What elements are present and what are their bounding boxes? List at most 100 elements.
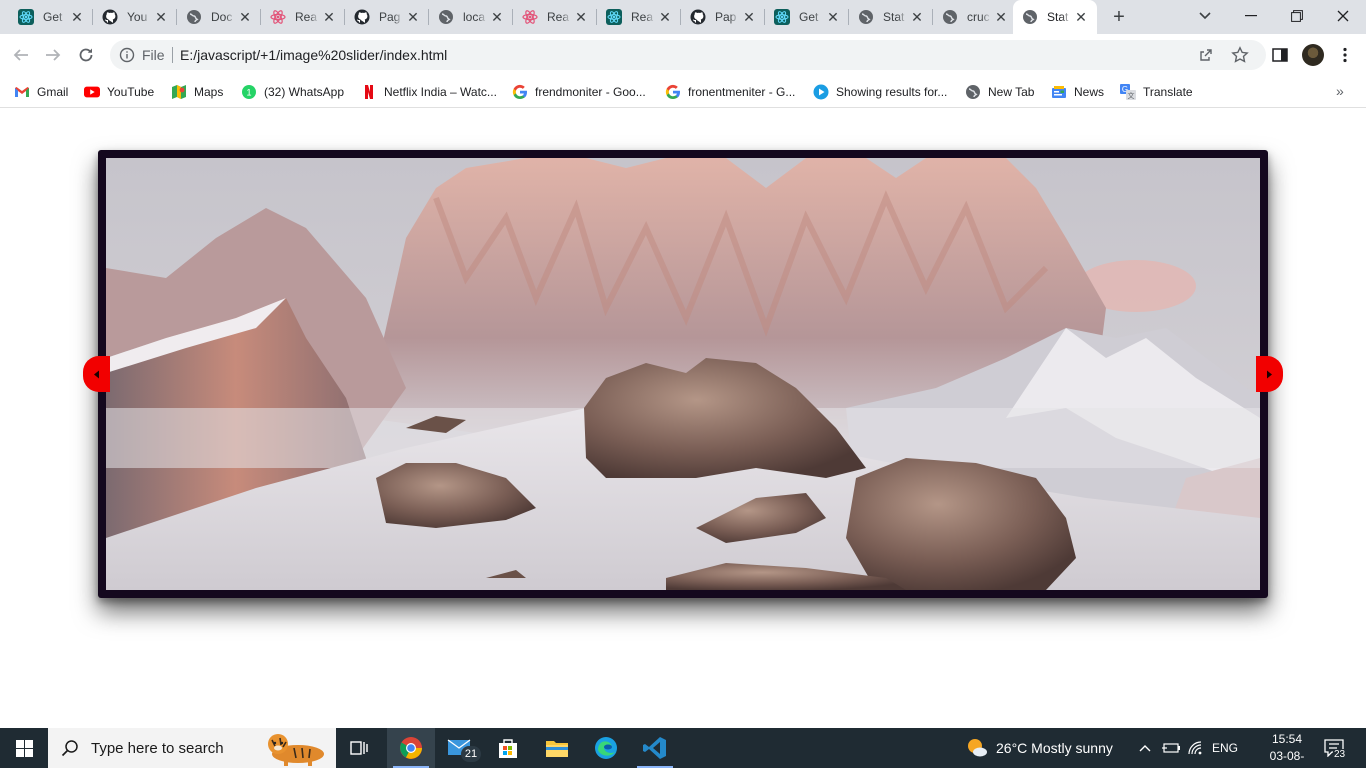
search-icon	[61, 739, 79, 757]
taskbar-vscode[interactable]	[631, 728, 679, 768]
tab-title: Stat	[1047, 10, 1069, 24]
address-bar[interactable]: File E:/javascript/+1/image%20slider/ind…	[110, 40, 1266, 70]
site-info-icon[interactable]	[119, 47, 135, 66]
scheme-label: File	[142, 47, 165, 63]
tab-title: Get	[799, 10, 819, 24]
bookmark-5[interactable]: Netflix India – Watc...	[361, 82, 497, 102]
tab-search-chevron-icon[interactable]	[1193, 5, 1217, 27]
bookmark-8[interactable]: Showing results for...	[813, 82, 947, 102]
wifi-tray[interactable]	[1188, 728, 1206, 768]
wifi-icon	[1188, 741, 1202, 755]
forward-button[interactable]	[42, 44, 64, 66]
new-tab-button[interactable]: +	[1108, 6, 1130, 28]
notification-count: 23	[1333, 749, 1347, 760]
globe-icon	[186, 9, 202, 25]
show-hidden-icons-chevron[interactable]	[1139, 728, 1151, 768]
taskbar-chrome[interactable]	[387, 728, 435, 768]
youtube-icon	[84, 84, 100, 100]
tab-3[interactable]: Doc ✕	[177, 0, 261, 34]
tab-6[interactable]: loca ✕	[429, 0, 513, 34]
taskbar-store[interactable]	[484, 728, 532, 768]
translate-icon: G文	[1120, 84, 1136, 100]
globe-icon	[438, 9, 454, 25]
tab-title: Pap	[715, 10, 737, 24]
weather-widget[interactable]: 26°C Mostly sunny	[966, 728, 1113, 768]
battery-tray[interactable]	[1161, 728, 1181, 768]
bookmark-3[interactable]: Maps	[171, 82, 223, 102]
bookmark-label: frendmoniter - Goo...	[535, 85, 646, 99]
svg-text:文: 文	[1128, 91, 1135, 100]
taskbar-edge[interactable]	[582, 728, 630, 768]
language-indicator[interactable]: ENG	[1212, 728, 1238, 768]
mail-badge: 21	[461, 746, 481, 762]
tab-1[interactable]: Get ✕	[9, 0, 93, 34]
tab-4[interactable]: Rea ✕	[261, 0, 345, 34]
close-tab-icon[interactable]: ✕	[741, 9, 757, 25]
github-icon	[690, 9, 706, 25]
tab-title: Rea	[547, 10, 570, 24]
restore-button[interactable]	[1285, 5, 1309, 27]
tab-7[interactable]: Rea ✕	[513, 0, 597, 34]
close-tab-icon[interactable]: ✕	[825, 9, 841, 25]
tab-12[interactable]: cruc ✕	[933, 0, 1017, 34]
url-text[interactable]: E:/javascript/+1/image%20slider/index.ht…	[180, 47, 447, 63]
back-button[interactable]	[10, 44, 32, 66]
windows-taskbar: Type here to search 21 26°C Mostly sunny…	[0, 728, 1366, 780]
start-button[interactable]	[0, 728, 48, 768]
next-slide-button[interactable]	[1256, 356, 1283, 392]
bookmark-2[interactable]: YouTube	[84, 82, 154, 102]
globe-icon	[1022, 9, 1038, 25]
menu-kebab-icon[interactable]	[1334, 44, 1356, 66]
close-tab-icon[interactable]: ✕	[321, 9, 337, 25]
close-tab-icon[interactable]: ✕	[489, 9, 505, 25]
close-window-button[interactable]	[1331, 5, 1355, 27]
bookmark-6[interactable]: frendmoniter - Goo...	[512, 82, 646, 102]
profile-avatar[interactable]	[1302, 44, 1324, 66]
minimize-button[interactable]	[1239, 5, 1263, 27]
notification-center-button[interactable]: 23	[1324, 728, 1347, 768]
bookmark-label: Translate	[1143, 85, 1193, 99]
taskbar-mail[interactable]: 21	[436, 728, 484, 768]
edge-icon	[595, 737, 617, 759]
close-tab-icon[interactable]: ✕	[237, 9, 253, 25]
tab-title: Get	[43, 10, 63, 24]
bookmark-1[interactable]: Gmail	[14, 82, 68, 102]
close-tab-icon[interactable]: ✕	[1073, 9, 1089, 25]
tab-2[interactable]: You ✕	[93, 0, 177, 34]
news-icon	[1051, 84, 1067, 100]
reload-button[interactable]	[75, 44, 97, 66]
tab-13[interactable]: Stat ✕	[1013, 0, 1097, 34]
task-view-button[interactable]	[336, 728, 384, 768]
tab-9[interactable]: Pap ✕	[681, 0, 765, 34]
bookmark-10[interactable]: News	[1051, 82, 1104, 102]
tab-10[interactable]: Get ✕	[765, 0, 849, 34]
side-panel-icon[interactable]	[1269, 44, 1291, 66]
bookmark-label: Showing results for...	[836, 85, 948, 99]
prev-slide-button[interactable]	[83, 356, 110, 392]
close-tab-icon[interactable]: ✕	[993, 9, 1009, 25]
bookmarks-overflow-icon[interactable]: »	[1336, 83, 1344, 99]
taskbar-search-box[interactable]: Type here to search	[48, 728, 336, 768]
tab-5[interactable]: Pag ✕	[345, 0, 429, 34]
tab-8[interactable]: Rea ✕	[597, 0, 681, 34]
bookmark-label: (32) WhatsApp	[264, 85, 345, 99]
bookmark-4[interactable]: 1 (32) WhatsApp	[241, 82, 344, 102]
bookmark-label: New Tab	[988, 85, 1035, 99]
close-tab-icon[interactable]: ✕	[153, 9, 169, 25]
bookmark-star-icon[interactable]	[1231, 46, 1249, 67]
tab-11[interactable]: Stat ✕	[849, 0, 933, 34]
bookmark-label: YouTube	[107, 85, 155, 99]
bookmark-7[interactable]: fronentmeniter - G...	[665, 82, 795, 102]
clock[interactable]: 15:54 03-08-2023	[1258, 731, 1316, 782]
close-tab-icon[interactable]: ✕	[69, 9, 85, 25]
taskbar-file-explorer[interactable]	[533, 728, 581, 768]
close-tab-icon[interactable]: ✕	[573, 9, 589, 25]
close-tab-icon[interactable]: ✕	[909, 9, 925, 25]
vscode-icon	[643, 737, 666, 759]
close-tab-icon[interactable]: ✕	[657, 9, 673, 25]
react-icon	[774, 9, 790, 25]
share-icon[interactable]	[1198, 47, 1214, 66]
bookmark-11[interactable]: G 文 Translate	[1120, 82, 1193, 102]
bookmark-9[interactable]: New Tab	[965, 82, 1034, 102]
close-tab-icon[interactable]: ✕	[405, 9, 421, 25]
